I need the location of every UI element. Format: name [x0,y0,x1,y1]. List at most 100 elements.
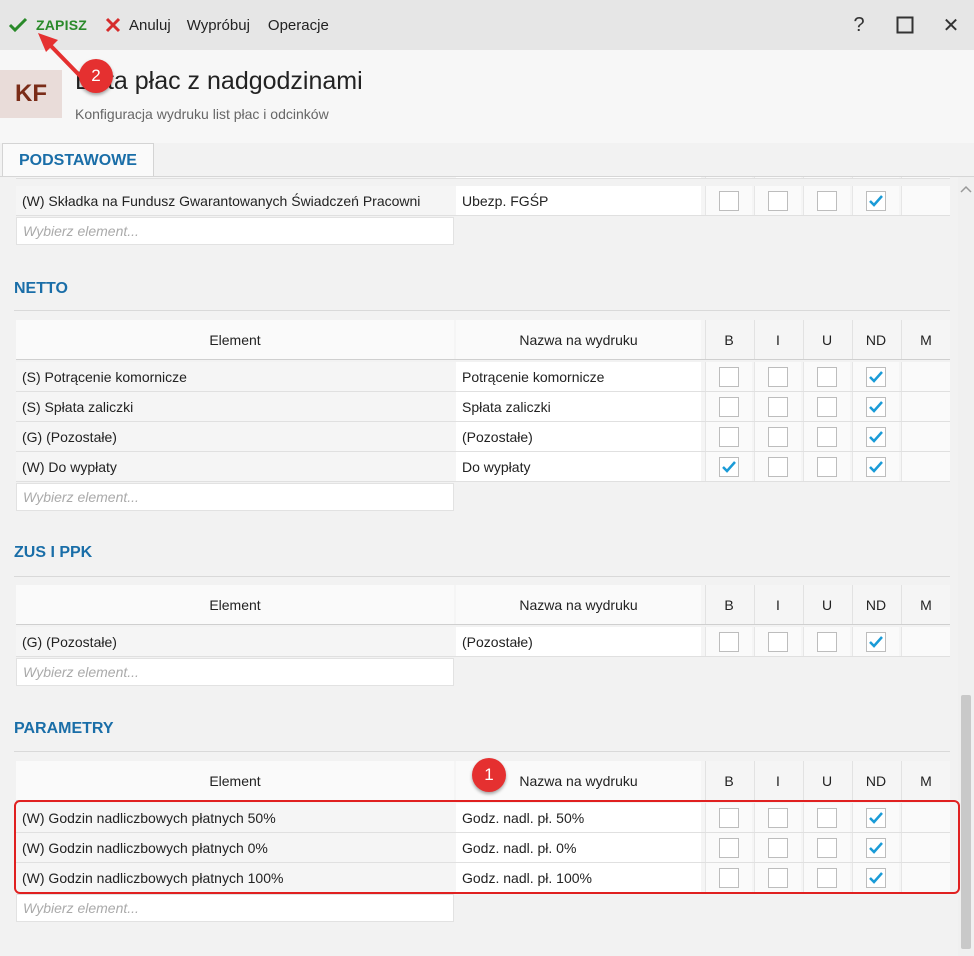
checkbox-b[interactable] [719,631,739,652]
column-header-m: M [901,320,950,359]
checkbox-u[interactable] [817,190,837,211]
checkmark-icon [869,460,883,473]
save-button[interactable]: ZAPISZ [0,0,93,50]
checkbox-nd[interactable] [866,631,886,652]
page-title: Lista płac z nadgodzinami [75,67,363,95]
column-header-u: U [803,761,850,800]
table-row[interactable]: (G) (Pozostałe) (Pozostałe) [16,422,950,452]
operations-button[interactable]: Operacje [262,0,335,50]
window-controls: ? ✕ [836,0,974,50]
column-header-element: Element [16,585,454,624]
table-row[interactable]: (S) Spłata zaliczki Spłata zaliczki [16,392,950,422]
print-name-cell[interactable]: Do wypłaty [456,452,701,481]
try-label: Wypróbuj [186,16,250,34]
checkmark-icon [869,430,883,443]
operations-label: Operacje [267,16,329,34]
column-header-nd: ND [852,761,899,800]
scrollbar-thumb[interactable] [961,695,971,949]
table-row[interactable]: (S) Potrącenie komornicze Potrącenie komo… [16,362,950,392]
select-element-picker[interactable]: Wybierz element... [16,658,454,686]
table-header: Element Nazwa na wydruku B I U ND M [16,320,950,360]
column-header-u: U [803,585,850,624]
checkbox-i[interactable] [768,396,788,417]
element-cell: (G) (Pozostałe) [22,428,117,445]
checkbox-b[interactable] [719,396,739,417]
toolbar: ZAPISZ Anuluj Wypróbuj Operacje ? ✕ [0,0,974,50]
print-name-cell[interactable]: Potrącenie komornicze [456,362,701,391]
checkmark-icon [869,400,883,413]
table-header: Element Nazwa na wydruku B I U ND M [16,585,950,625]
checkbox-u[interactable] [817,396,837,417]
checkbox-nd[interactable] [866,396,886,417]
checkbox-u[interactable] [817,456,837,477]
cancel-button[interactable]: Anuluj [99,0,177,50]
checkbox-u[interactable] [817,631,837,652]
save-label: ZAPISZ [36,17,87,33]
help-icon[interactable]: ? [836,0,882,50]
checkbox-u[interactable] [817,426,837,447]
section-divider [14,751,950,752]
checkbox-i[interactable] [768,631,788,652]
section-title-netto: NETTO [14,280,68,297]
section-title-parametry: PARAMETRY [14,720,114,737]
checkbox-nd[interactable] [866,190,886,211]
column-header-nd: ND [852,585,899,624]
annotation-badge-1: 1 [472,758,506,792]
checkbox-nd[interactable] [866,456,886,477]
element-cell: (S) Spłata zaliczki [22,398,134,415]
select-element-picker[interactable]: Wybierz element... [16,894,454,922]
section-divider [14,310,950,311]
vertical-scrollbar[interactable] [958,177,974,956]
try-button[interactable]: Wypróbuj [181,0,256,50]
page-subtitle: Konfiguracja wydruku list płac i odcinkó… [75,106,329,122]
checkbox-nd[interactable] [866,366,886,387]
select-element-picker[interactable]: Wybierz element... [16,483,454,511]
column-header-name: Nazwa na wydruku [456,585,701,624]
column-header-nd: ND [852,320,899,359]
annotation-badge-2: 2 [79,59,113,93]
checkbox-i[interactable] [768,426,788,447]
print-name-cell[interactable]: (Pozostałe) [456,627,701,656]
checkmark-icon [8,17,28,33]
column-header-m: M [901,585,950,624]
column-header-i: I [754,320,801,359]
section-title-zus: ZUS I PPK [14,544,93,561]
checkbox-i[interactable] [768,366,788,387]
print-name-cell[interactable]: Spłata zaliczki [456,392,701,421]
checkbox-b[interactable] [719,190,739,211]
table-row-partial [16,177,950,179]
element-cell: (G) (Pozostałe) [22,633,117,650]
checkbox-u[interactable] [817,366,837,387]
column-header-name: Nazwa na wydruku [456,320,701,359]
checkbox-b[interactable] [719,456,739,477]
chevron-up-icon[interactable] [958,181,974,197]
maximize-icon[interactable] [882,0,928,50]
element-cell: (W) Do wypłaty [22,458,117,475]
print-name-cell[interactable]: Ubezp. FGŚP [456,186,701,215]
checkbox-i[interactable] [768,190,788,211]
checkbox-b[interactable] [719,426,739,447]
element-cell: (S) Potrącenie komornicze [22,368,187,385]
column-header-element: Element [16,320,454,359]
print-name-cell[interactable]: (Pozostałe) [456,422,701,451]
checkbox-nd[interactable] [866,426,886,447]
column-header-b: B [705,320,752,359]
element-cell: (W) Składka na Fundusz Gwarantowanych Św… [22,192,421,209]
cancel-label: Anuluj [128,16,171,34]
checkmark-icon [869,194,883,207]
checkbox-i[interactable] [768,456,788,477]
section-divider [14,576,950,577]
table-row[interactable]: (G) (Pozostałe) (Pozostałe) [16,627,950,657]
checkmark-icon [722,460,736,473]
checkmark-icon [869,370,883,383]
close-window-icon[interactable]: ✕ [928,0,974,50]
select-element-picker[interactable]: Wybierz element... [16,217,454,245]
column-header-b: B [705,761,752,800]
table-row[interactable]: (W) Do wypłaty Do wypłaty [16,452,950,482]
checkbox-b[interactable] [719,366,739,387]
page-header: KF Lista płac z nadgodzinami Konfiguracj… [0,50,974,143]
close-x-icon [105,17,121,33]
tab-podstawowe[interactable]: PODSTAWOWE [2,143,154,177]
table-row[interactable]: (W) Składka na Fundusz Gwarantowanych Św… [16,186,950,216]
column-header-i: I [754,585,801,624]
